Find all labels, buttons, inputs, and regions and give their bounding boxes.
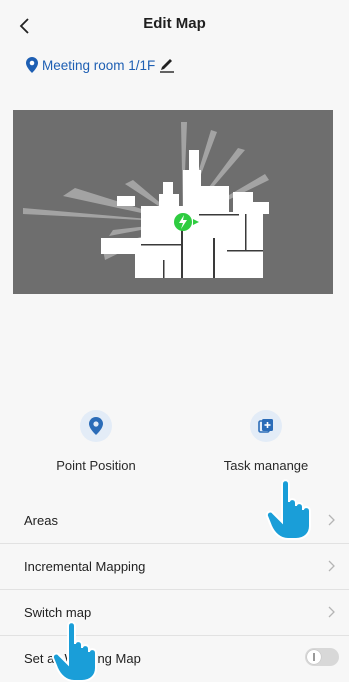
location-name: Meeting room 1/1F xyxy=(42,57,156,73)
location-pin-icon xyxy=(26,57,38,73)
point-position-icon-bubble xyxy=(80,410,112,442)
task-manage-label: Task manange xyxy=(223,458,309,473)
map-location-selector[interactable]: Meeting room 1/1F xyxy=(26,55,175,75)
page-title: Edit Map xyxy=(143,15,206,32)
chevron-right-icon xyxy=(328,560,335,572)
add-task-icon xyxy=(258,419,273,433)
list-item-label: Incremental Mapping xyxy=(24,559,146,574)
map-view[interactable] xyxy=(0,90,349,388)
chevron-right-icon xyxy=(328,606,335,618)
working-map-toggle[interactable] xyxy=(305,648,339,666)
task-manage-icon-bubble xyxy=(250,410,282,442)
list-item-incremental-mapping[interactable]: Incremental Mapping xyxy=(0,543,349,589)
list-item-label: Areas xyxy=(24,513,58,528)
edit-pencil-icon[interactable] xyxy=(159,57,175,73)
chevron-right-icon xyxy=(328,514,335,526)
point-position-label: Point Position xyxy=(56,458,136,473)
task-manage-button[interactable]: Task manange xyxy=(196,410,336,473)
top-bar: Edit Map xyxy=(0,0,349,50)
scan-map-graphic xyxy=(23,122,269,278)
pointing-hand-icon xyxy=(52,621,97,682)
map-canvas[interactable] xyxy=(13,110,333,294)
toggle-off-indicator xyxy=(313,653,315,661)
point-position-button[interactable]: Point Position xyxy=(26,410,166,473)
pointing-hand-icon xyxy=(266,479,311,540)
location-pin-icon xyxy=(89,417,103,435)
